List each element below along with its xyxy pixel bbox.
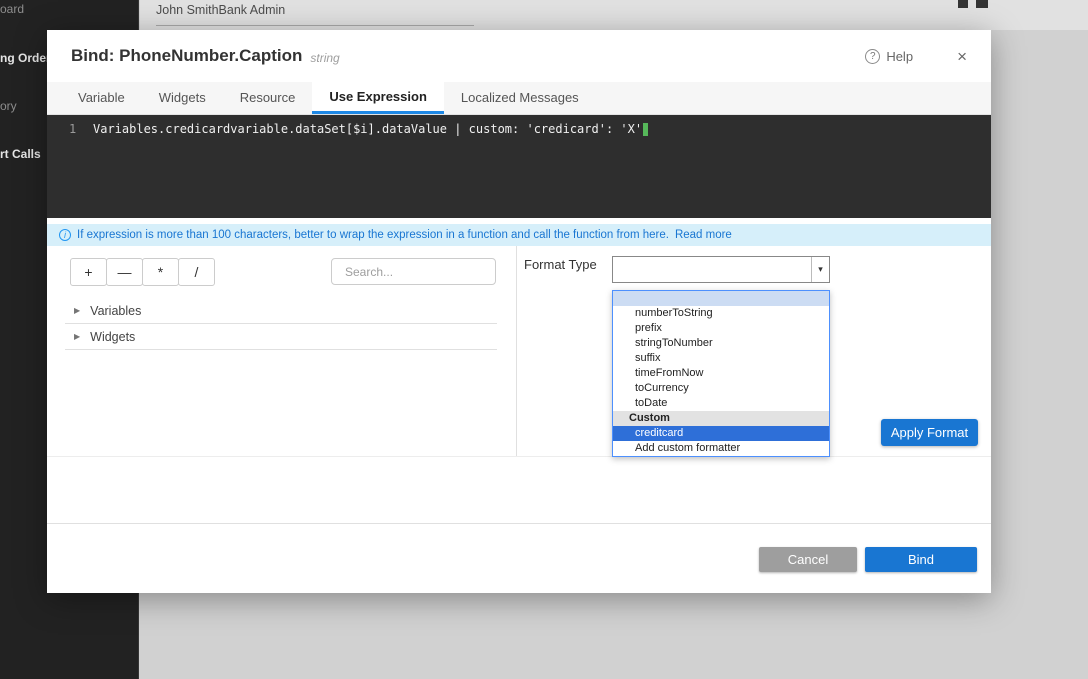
format-option-blank[interactable]	[613, 291, 829, 306]
minus-operator-button[interactable]: —	[106, 258, 143, 286]
divide-operator-button[interactable]: /	[178, 258, 215, 286]
help-button[interactable]: ? Help	[865, 49, 913, 64]
format-option[interactable]: stringToNumber	[613, 336, 829, 351]
plus-operator-button[interactable]: +	[70, 258, 107, 286]
format-option[interactable]: toDate	[613, 396, 829, 411]
dialog-content: + — * / ▶ Variables ▶ Widgets Format Typ…	[47, 246, 991, 456]
dialog-type-label: string	[310, 51, 339, 65]
tab-localized-messages[interactable]: Localized Messages	[444, 82, 596, 114]
dialog-tabs: Variable Widgets Resource Use Expression…	[47, 82, 991, 115]
tree-item-variables[interactable]: ▶ Variables	[65, 298, 497, 324]
format-option-group-custom: Custom	[613, 411, 829, 426]
search-input[interactable]	[345, 265, 500, 279]
format-option[interactable]: timeFromNow	[613, 366, 829, 381]
help-label: Help	[886, 49, 913, 64]
tab-use-expression[interactable]: Use Expression	[312, 82, 444, 114]
chevron-right-icon[interactable]: ▶	[74, 332, 80, 341]
search-box	[331, 258, 496, 285]
operator-toolbar: + — * /	[70, 258, 215, 286]
format-option[interactable]: toCurrency	[613, 381, 829, 396]
line-number: 1	[47, 122, 93, 136]
format-option[interactable]: prefix	[613, 321, 829, 336]
format-type-select[interactable]: ▾	[612, 256, 830, 283]
help-icon: ?	[865, 49, 880, 64]
tab-variable[interactable]: Variable	[61, 82, 142, 114]
info-text: If expression is more than 100 character…	[77, 229, 669, 241]
multiply-operator-button[interactable]: *	[142, 258, 179, 286]
format-option-creditcard-selected[interactable]: creditcard	[613, 426, 829, 441]
empty-zone	[47, 456, 991, 523]
read-more-link[interactable]: Read more	[675, 229, 732, 241]
tab-widgets[interactable]: Widgets	[142, 82, 223, 114]
apply-format-button[interactable]: Apply Format	[881, 419, 978, 446]
tree-item-label: Variables	[90, 304, 141, 318]
tab-resource[interactable]: Resource	[223, 82, 313, 114]
format-type-label: Format Type	[524, 257, 597, 272]
info-banner: i If expression is more than 100 charact…	[47, 224, 991, 246]
format-type-dropdown-list: numberToString prefix stringToNumber suf…	[612, 290, 830, 457]
bind-dialog: Bind: PhoneNumber.Caption string ? Help …	[47, 30, 991, 593]
close-icon[interactable]: ×	[957, 48, 967, 65]
vertical-divider	[516, 246, 517, 456]
dialog-footer: Cancel Bind	[47, 523, 991, 593]
expression-code: Variables.credicardvariable.dataSet[$i].…	[93, 122, 642, 136]
chevron-right-icon[interactable]: ▶	[74, 306, 80, 315]
tree-item-widgets[interactable]: ▶ Widgets	[65, 324, 497, 350]
editor-gutter: 1	[47, 115, 93, 218]
format-option-add-custom-formatter[interactable]: Add custom formatter	[613, 441, 829, 456]
bind-button[interactable]: Bind	[865, 547, 977, 572]
tree-item-label: Widgets	[90, 330, 135, 344]
info-icon: i	[59, 229, 71, 241]
expression-editor[interactable]: 1 Variables.credicardvariable.dataSet[$i…	[47, 115, 991, 218]
format-option[interactable]: suffix	[613, 351, 829, 366]
dialog-header: Bind: PhoneNumber.Caption string ? Help …	[47, 30, 991, 82]
dialog-title: Bind: PhoneNumber.Caption	[71, 46, 302, 66]
format-option[interactable]: numberToString	[613, 306, 829, 321]
cancel-button[interactable]: Cancel	[759, 547, 857, 572]
editor-cursor	[643, 123, 648, 136]
editor-code-area[interactable]: Variables.credicardvariable.dataSet[$i].…	[93, 115, 991, 218]
select-arrow-icon: ▾	[811, 257, 829, 282]
